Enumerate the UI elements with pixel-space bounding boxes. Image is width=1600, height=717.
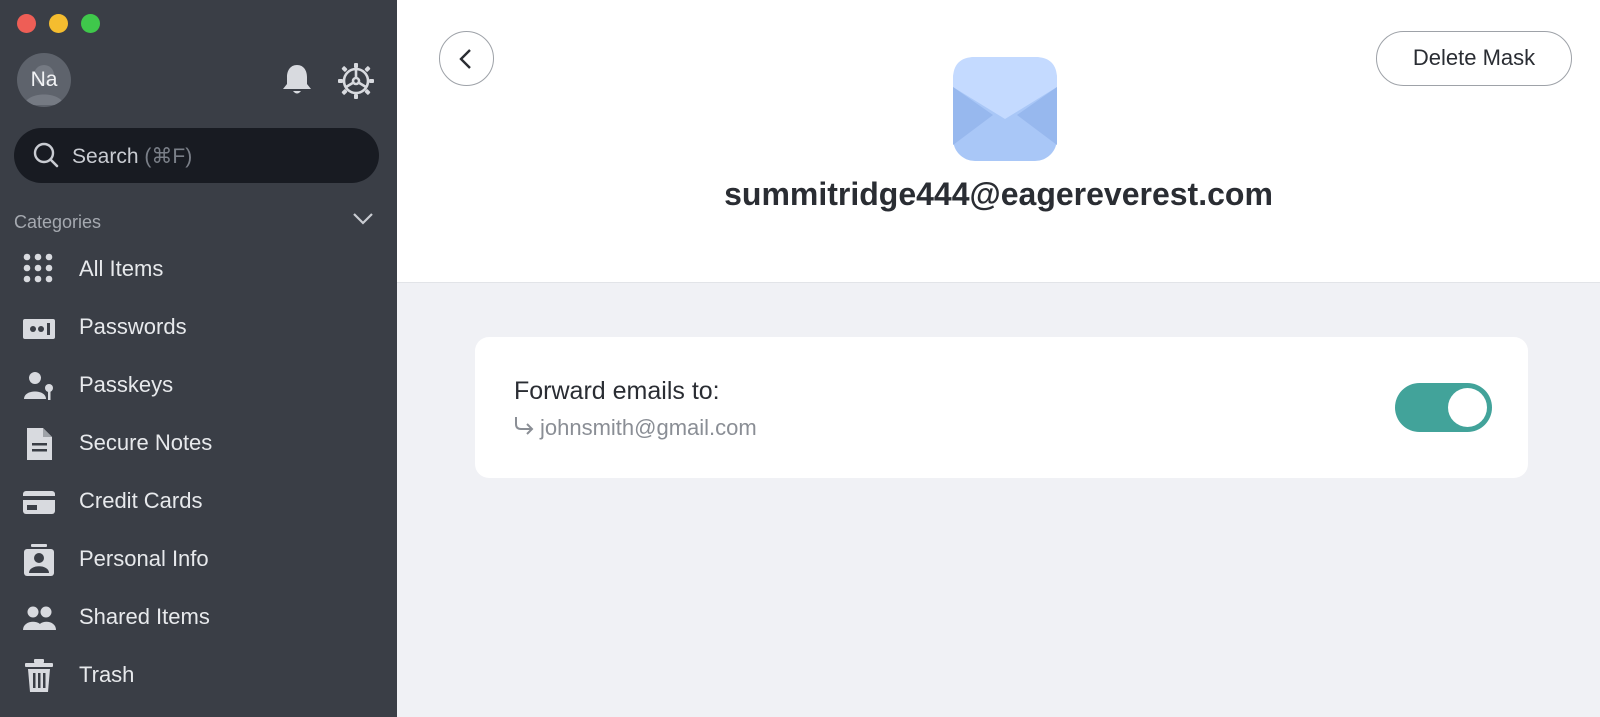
window-minimize-button[interactable] <box>49 14 68 33</box>
avatar[interactable]: Na <box>17 53 71 107</box>
search-icon <box>33 142 59 168</box>
forward-toggle[interactable] <box>1395 383 1492 432</box>
sidebar-item-personal-info[interactable]: Personal Info <box>0 531 397 587</box>
sidebar-item-passwords[interactable]: Passwords <box>0 299 397 355</box>
sidebar-item-label: Credit Cards <box>79 488 203 513</box>
trash-icon <box>25 659 53 692</box>
sidebar: Na Search (⌘F) Categories All Items Pass… <box>0 0 397 717</box>
search-shortcut: (⌘F) <box>144 145 193 168</box>
categories-header[interactable]: Categories <box>14 210 374 234</box>
search-input[interactable]: Search (⌘F) <box>14 128 379 183</box>
main-panel: Delete Mask summitridge444@eagereverest.… <box>397 0 1600 717</box>
passkey-icon <box>24 372 53 400</box>
people-icon <box>23 606 56 630</box>
id-card-icon <box>24 544 54 576</box>
sidebar-item-label: Passkeys <box>79 372 174 397</box>
sidebar-item-shared-items[interactable]: Shared Items <box>0 589 397 645</box>
forward-arrow-icon <box>515 417 534 435</box>
password-icon <box>23 319 55 339</box>
window-close-button[interactable] <box>17 14 36 33</box>
sidebar-item-label: Secure Notes <box>79 430 213 455</box>
sidebar-item-trash[interactable]: Trash <box>0 647 397 703</box>
forward-card: Forward emails to: johnsmith@gmail.com <box>475 337 1528 478</box>
chevron-down-icon[interactable] <box>352 212 374 226</box>
back-button[interactable] <box>439 31 494 86</box>
forward-title: Forward emails to: <box>514 377 720 405</box>
categories-title: Categories <box>14 212 102 232</box>
mail-icon <box>953 57 1057 161</box>
sidebar-item-label: Passwords <box>79 314 187 339</box>
sidebar-item-passkeys[interactable]: Passkeys <box>0 357 397 413</box>
sidebar-item-label: Personal Info <box>79 546 209 571</box>
sidebar-item-label: Trash <box>79 662 135 687</box>
bell-icon[interactable] <box>279 62 315 98</box>
mask-email-title: summitridge444@eagereverest.com <box>724 176 1273 212</box>
sidebar-item-all-items[interactable]: All Items <box>0 241 397 297</box>
credit-card-icon <box>23 491 55 514</box>
gear-icon[interactable] <box>337 62 375 100</box>
toggle-knob <box>1448 388 1487 427</box>
chevron-left-icon <box>459 49 471 69</box>
avatar-initials: Na <box>30 68 58 91</box>
grid-icon <box>23 253 53 283</box>
window-zoom-button[interactable] <box>81 14 100 33</box>
note-icon <box>27 428 52 460</box>
sidebar-item-label: All Items <box>79 256 164 281</box>
mask-header: Delete Mask summitridge444@eagereverest.… <box>397 0 1600 283</box>
sidebar-item-secure-notes[interactable]: Secure Notes <box>0 415 397 471</box>
sidebar-item-label: Shared Items <box>79 604 210 629</box>
forward-email: johnsmith@gmail.com <box>540 415 757 440</box>
delete-mask-button[interactable]: Delete Mask <box>1376 31 1572 86</box>
search-placeholder: Search <box>72 145 139 168</box>
sidebar-item-credit-cards[interactable]: Credit Cards <box>0 473 397 529</box>
